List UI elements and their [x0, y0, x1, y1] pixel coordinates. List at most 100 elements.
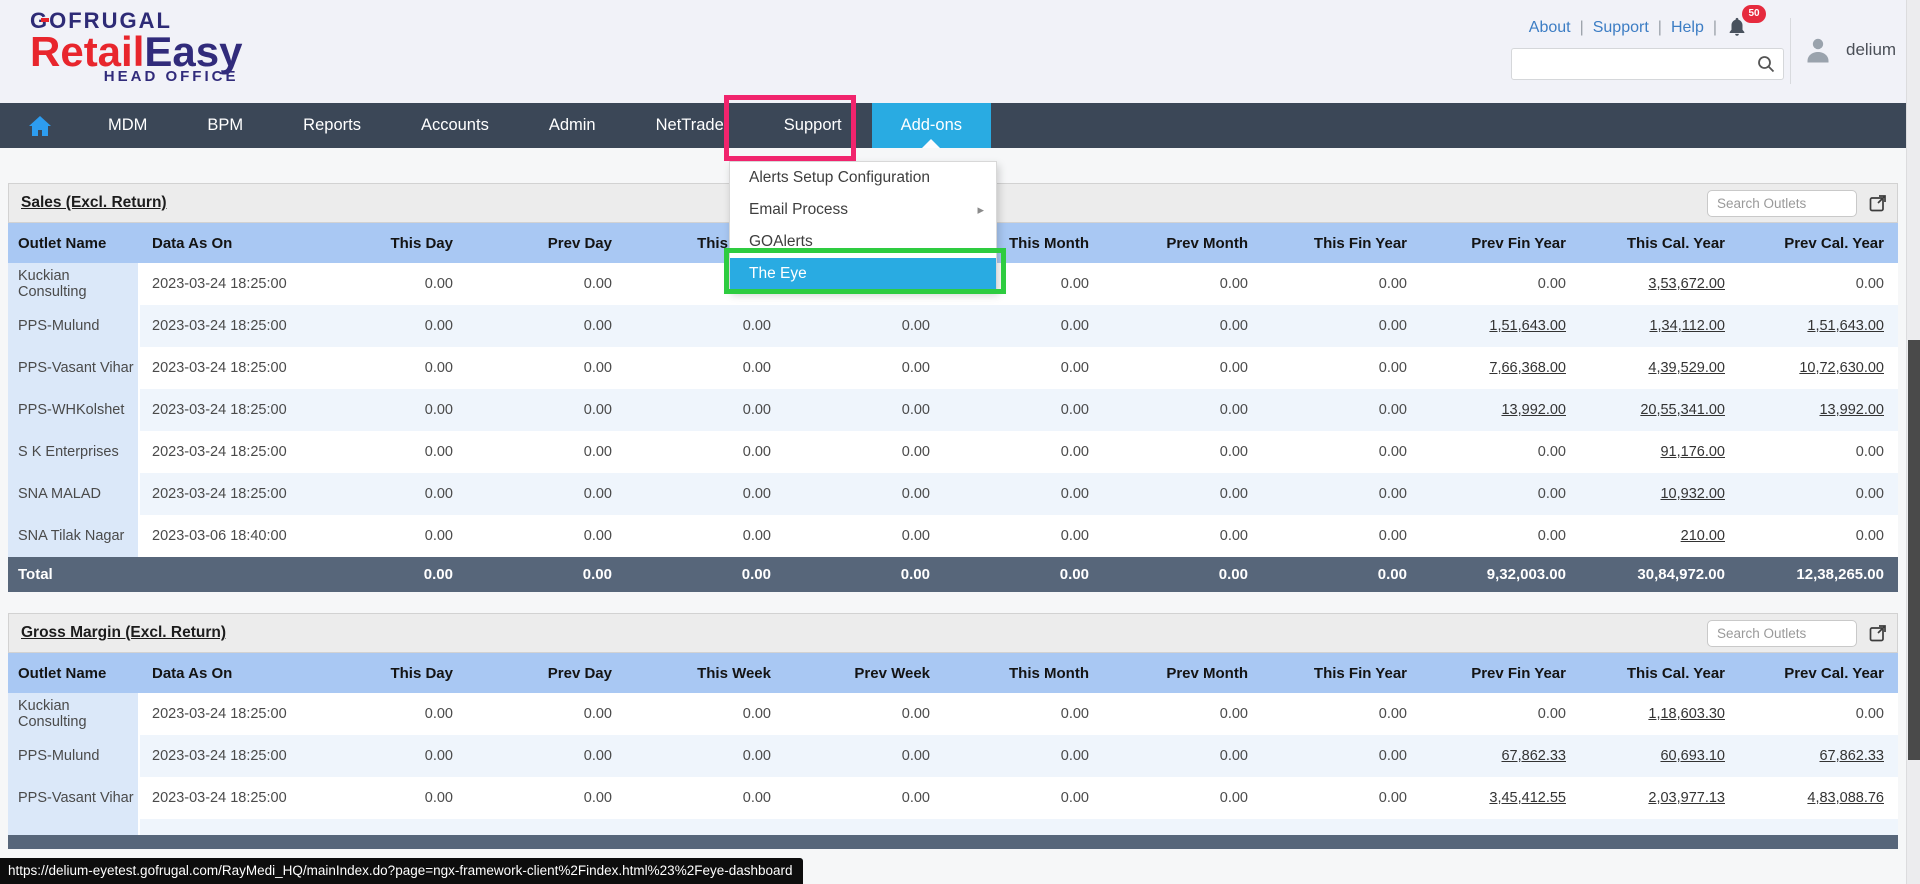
drilldown-link[interactable]: 3,53,672.00	[1648, 276, 1725, 292]
global-search-input[interactable]	[1511, 48, 1784, 80]
value-cell: 0.00	[901, 402, 930, 418]
outlet-name: PPS-WHKolshet	[8, 389, 140, 431]
total-value: 0.00	[582, 566, 612, 583]
drilldown-link[interactable]: 4,39,529.00	[1648, 360, 1725, 376]
drilldown-link[interactable]: 7,66,368.00	[1489, 360, 1566, 376]
value-cell: 0.00	[1060, 528, 1089, 544]
col-header-this-week: This Week	[697, 664, 771, 682]
value-cell: 0.00	[424, 276, 453, 292]
value-cell: 0.00	[1378, 360, 1407, 376]
value-cell: 0.00	[424, 706, 453, 722]
outlet-name: Kuckian Consulting	[8, 693, 140, 735]
menu-item-goalerts[interactable]: GOAlerts	[730, 226, 996, 258]
drilldown-link[interactable]: 210.00	[1681, 528, 1725, 544]
value-cell: 0.00	[583, 444, 612, 460]
value-cell: 0.00	[424, 486, 453, 502]
drilldown-link[interactable]: 1,51,643.00	[1807, 318, 1884, 334]
value-cell: 0.00	[1060, 402, 1089, 418]
menu-item-email-process[interactable]: Email Process ▸	[730, 194, 996, 226]
col-header-prev-fin-year: Prev Fin Year	[1471, 234, 1566, 252]
home-button[interactable]	[0, 103, 78, 148]
value-cell: 0.00	[1855, 528, 1884, 544]
menu-item-alerts-setup-configuration[interactable]: Alerts Setup Configuration	[730, 162, 996, 194]
drilldown-link[interactable]: 3,45,412.55	[1489, 790, 1566, 806]
nav-item-accounts[interactable]: Accounts	[391, 103, 519, 148]
search-icon[interactable]	[1756, 54, 1776, 79]
value-cell: 67,862.33	[1421, 748, 1580, 764]
menu-item-the-eye[interactable]: The Eye	[730, 258, 996, 290]
nav-item-nettrade[interactable]: NetTrade	[626, 103, 754, 148]
value-cell: 0.00	[1537, 486, 1566, 502]
value-cell: 0.00	[1060, 790, 1089, 806]
total-value: 0.00	[1059, 566, 1089, 583]
global-search	[1511, 48, 1784, 80]
value-cell: 0.00	[1855, 706, 1884, 722]
drilldown-link[interactable]: 91,176.00	[1660, 444, 1725, 460]
nav-item-add-ons[interactable]: Add-ons	[871, 103, 992, 148]
support-link[interactable]: Support	[1593, 19, 1649, 37]
drilldown-link[interactable]: 60,693.10	[1660, 748, 1725, 764]
nav-item-support[interactable]: Support	[754, 103, 872, 148]
drilldown-link[interactable]: 4,83,088.76	[1807, 790, 1884, 806]
col-header-outlet-name: Outlet Name	[18, 664, 107, 682]
nav-item-reports[interactable]: Reports	[273, 103, 391, 148]
value-cell: 0.00	[1378, 706, 1407, 722]
drilldown-link[interactable]: 67,862.33	[1501, 748, 1566, 764]
drilldown-link[interactable]: 10,932.00	[1660, 486, 1725, 502]
app-header: GOFRUGAL RetailEasy HEAD OFFICE About | S…	[0, 0, 1920, 103]
vertical-scrollbar[interactable]	[1906, 0, 1920, 884]
value-cell: 0.00	[1537, 706, 1566, 722]
value-cell: 0.00	[583, 528, 612, 544]
drilldown-link[interactable]: 10,72,630.00	[1799, 360, 1884, 376]
value-cell: 4,83,088.76	[1739, 790, 1898, 806]
submenu-arrow-icon: ▸	[977, 202, 984, 217]
value-cell: 210.00	[1580, 528, 1739, 544]
value-cell: 0.00	[1537, 276, 1566, 292]
value-cell: 0.00	[742, 360, 771, 376]
logo: GOFRUGAL RetailEasy HEAD OFFICE	[30, 8, 242, 85]
gross-margin-section-header: Gross Margin (Excl. Return)	[8, 613, 1898, 653]
notification-bell-icon[interactable]: 50	[1726, 5, 1766, 41]
value-cell: 3,45,412.55	[1421, 790, 1580, 806]
data-as-on: 2023-03-24 18:25:00	[152, 276, 287, 292]
gross-margin-expand-icon[interactable]	[1869, 624, 1887, 642]
nav-item-bpm[interactable]: BPM	[177, 103, 273, 148]
value-cell: 3,53,672.00	[1580, 276, 1739, 292]
value-cell: 0.00	[1378, 402, 1407, 418]
drilldown-link[interactable]: 1,18,603.30	[1648, 706, 1725, 722]
value-cell: 0.00	[1219, 444, 1248, 460]
value-cell: 1,34,112.00	[1580, 318, 1739, 334]
drilldown-link[interactable]: 20,55,341.00	[1640, 402, 1725, 418]
drilldown-link[interactable]: 67,862.33	[1819, 748, 1884, 764]
value-cell: 0.00	[1537, 528, 1566, 544]
total-label: Total	[18, 566, 53, 583]
col-header-data-as-on: Data As On	[152, 664, 233, 682]
drilldown-link[interactable]: 1,51,643.00	[1489, 318, 1566, 334]
about-link[interactable]: About	[1529, 19, 1571, 37]
drilldown-link[interactable]: 13,992.00	[1819, 402, 1884, 418]
value-cell: 0.00	[1060, 486, 1089, 502]
drilldown-link[interactable]: 2,03,977.13	[1648, 790, 1725, 806]
gross-margin-search-outlets-input[interactable]	[1707, 619, 1857, 647]
help-link[interactable]: Help	[1671, 19, 1704, 37]
user-menu[interactable]: delium	[1802, 34, 1896, 66]
sales-expand-icon[interactable]	[1869, 194, 1887, 212]
value-cell: 0.00	[583, 486, 612, 502]
value-cell: 67,862.33	[1739, 748, 1898, 764]
col-header-this-fin-year: This Fin Year	[1313, 234, 1407, 252]
table-row-pps-vasant-vihar: PPS-Vasant Vihar 2023-03-24 18:25:00 0.00 0…	[8, 777, 1898, 819]
col-header-this-month: This Month	[1009, 664, 1089, 682]
value-cell: 0.00	[583, 748, 612, 764]
nav-item-admin[interactable]: Admin	[519, 103, 626, 148]
drilldown-link[interactable]: 13,992.00	[1501, 402, 1566, 418]
sales-search-outlets-input[interactable]	[1707, 189, 1857, 217]
value-cell: 1,18,603.30	[1580, 706, 1739, 722]
col-header-outlet-name: Outlet Name	[18, 234, 107, 252]
data-as-on: 2023-03-06 18:40:00	[152, 528, 287, 544]
value-cell: 1,51,643.00	[1739, 318, 1898, 334]
value-cell: 0.00	[742, 528, 771, 544]
scrollbar-thumb[interactable]	[1908, 340, 1920, 760]
nav-item-mdm[interactable]: MDM	[78, 103, 177, 148]
value-cell: 0.00	[742, 402, 771, 418]
drilldown-link[interactable]: 1,34,112.00	[1649, 318, 1725, 334]
